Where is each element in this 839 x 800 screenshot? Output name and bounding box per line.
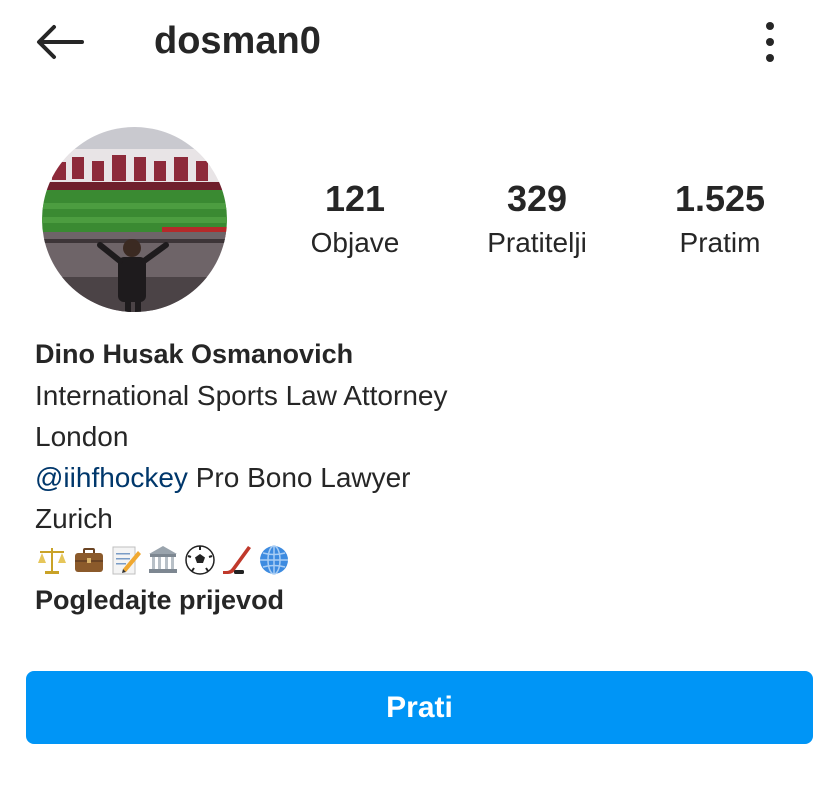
- briefcase-icon: [75, 547, 103, 572]
- bio-line-city-2: Zurich: [35, 503, 113, 534]
- stat-posts[interactable]: 121 Objave: [275, 176, 435, 264]
- more-vertical-icon: [766, 22, 774, 62]
- following-count: 1.525: [674, 178, 766, 219]
- bio-line-mention: @iihfhockey Pro Bono Lawyer: [35, 457, 815, 498]
- posts-label: Objave: [310, 227, 400, 258]
- top-bar: dosman0: [0, 0, 839, 84]
- bio-line-role: Pro Bono Lawyer: [187, 462, 411, 493]
- profile-avatar[interactable]: [42, 127, 227, 312]
- scales-icon: [38, 547, 66, 574]
- mention-link[interactable]: @iihfhockey: [35, 462, 188, 493]
- followers-count: 329: [506, 178, 568, 219]
- emoji-row: [35, 539, 815, 580]
- following-label: Pratim: [679, 227, 761, 258]
- memo-icon: [112, 546, 141, 574]
- bank-icon: [149, 545, 177, 573]
- follow-button[interactable]: Prati: [26, 671, 813, 744]
- profile-username: dosman0: [154, 20, 321, 62]
- hockey-stick-icon: [223, 545, 251, 574]
- see-translation-link[interactable]: Pogledajte prijevod: [35, 580, 815, 621]
- bio-line-city: London: [35, 421, 129, 452]
- profile-bio: Dino Husak Osmanovich International Spor…: [35, 334, 815, 621]
- back-button[interactable]: [30, 20, 90, 64]
- arrow-left-icon: [37, 25, 84, 59]
- soccer-ball-icon: [185, 544, 215, 575]
- posts-count: 121: [324, 178, 386, 219]
- full-name: Dino Husak Osmanovich: [35, 339, 354, 369]
- more-options-button[interactable]: [750, 18, 790, 66]
- stat-following[interactable]: 1.525 Pratim: [640, 176, 800, 264]
- followers-label: Pratitelji: [487, 227, 587, 258]
- stat-followers[interactable]: 329 Pratitelji: [457, 176, 617, 264]
- globe-icon: [260, 544, 288, 575]
- bio-line-title: International Sports Law Attorney: [35, 380, 448, 411]
